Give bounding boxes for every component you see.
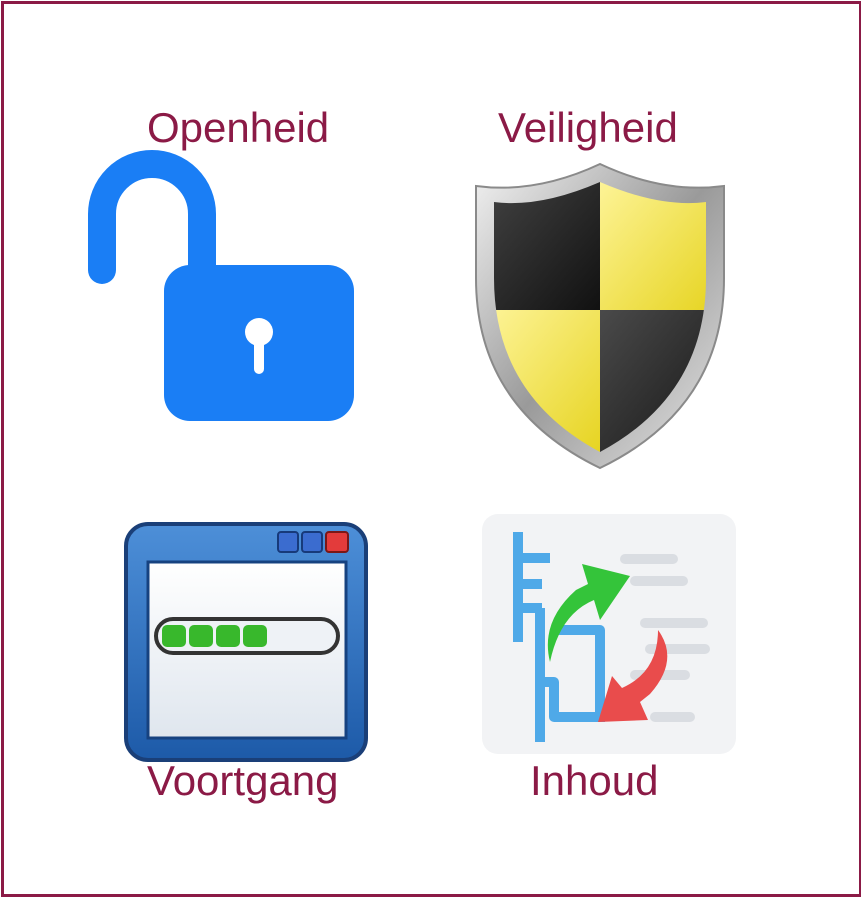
tile-label-veiligheid: Veiligheid xyxy=(498,104,678,151)
open-padlock-icon xyxy=(80,150,360,425)
tile-label-openheid: Openheid xyxy=(147,104,330,151)
progress-window-icon xyxy=(122,520,372,765)
content-transfer-icon xyxy=(480,512,740,757)
security-shield-icon xyxy=(470,160,730,470)
tile-label-voortgang: Voortgang xyxy=(147,757,339,804)
tile-label-inhoud: Inhoud xyxy=(530,757,659,804)
